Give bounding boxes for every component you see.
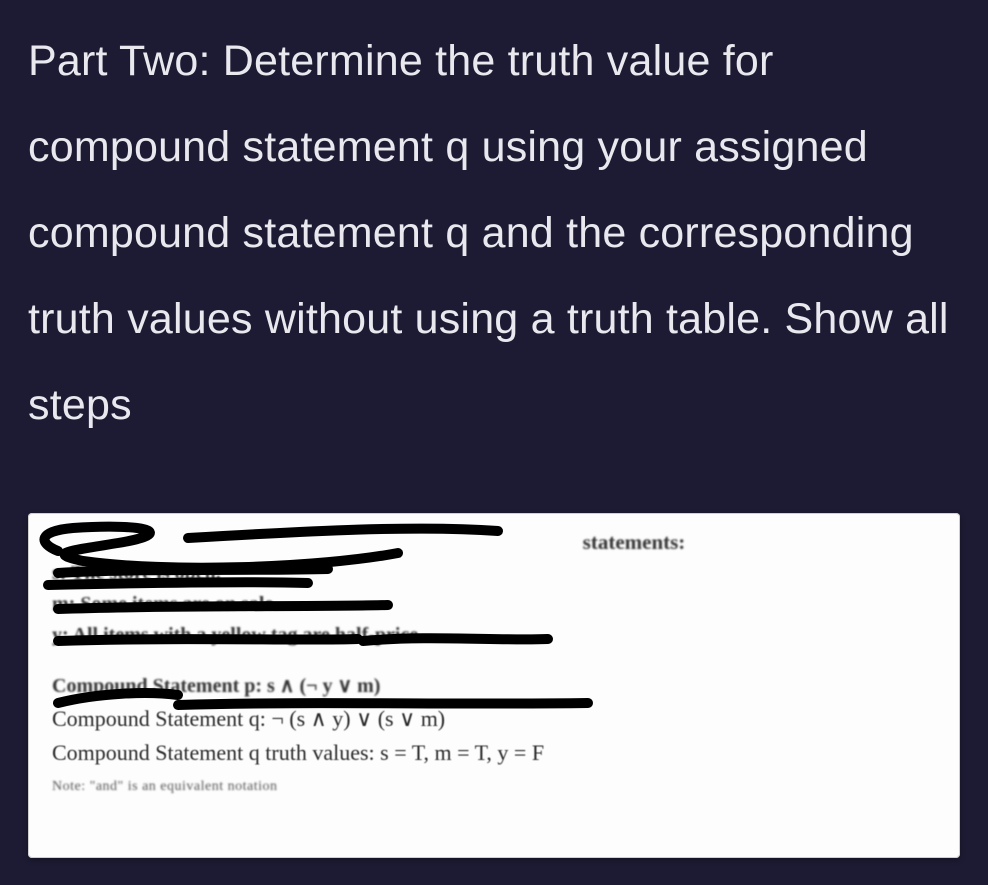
assignment-image: statements: s: The store is open. m: Som… bbox=[28, 513, 960, 858]
compound-q: Compound Statement q: ¬ (s ∧ y) ∨ (s ∨ m… bbox=[52, 703, 936, 735]
truth-values: Compound Statement q truth values: s = T… bbox=[52, 737, 936, 769]
statement-m: m: Some items are on sale. bbox=[52, 590, 936, 619]
statements-label: statements: bbox=[52, 527, 936, 557]
part-two-instructions: Part Two: Determine the truth value for … bbox=[0, 0, 988, 448]
statement-y: y: All items with a yellow tag are half-… bbox=[52, 621, 936, 650]
note-line: Note: "and" is an equivalent notation bbox=[52, 779, 936, 795]
compound-p: Compound Statement p: s ∧ (¬ y ∨ m) bbox=[52, 672, 936, 701]
statement-s: s: The store is open. bbox=[52, 559, 936, 588]
